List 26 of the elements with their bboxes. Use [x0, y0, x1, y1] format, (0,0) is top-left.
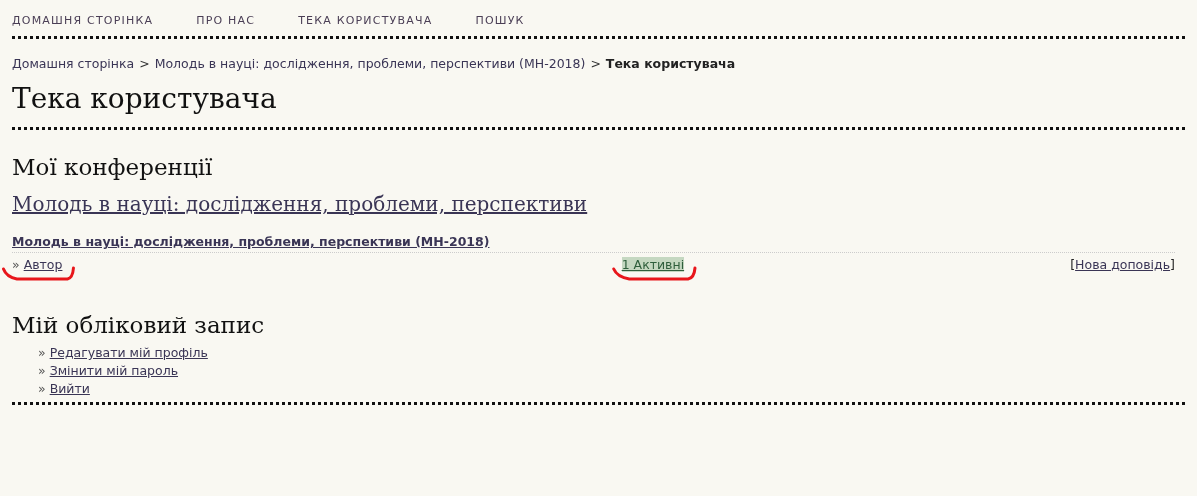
- nav-link[interactable]: ТЕКА КОРИСТУВАЧА: [298, 14, 433, 27]
- bullet: »: [12, 257, 20, 272]
- bracket: ]: [1170, 257, 1175, 272]
- section-heading: Мій обліковий запис: [12, 312, 265, 338]
- section-heading: Мої конференції: [12, 154, 213, 180]
- conference-link[interactable]: Молодь в науці: дослідження, проблеми, перспективи: [12, 192, 588, 216]
- bullet: »: [38, 362, 46, 380]
- nav-link[interactable]: ДОМАШНЯ СТОРІНКА: [12, 14, 154, 27]
- account-link[interactable]: Вийти: [49, 380, 90, 398]
- breadcrumb-link[interactable]: Молодь в науці: дослідження, проблеми, перспективи (МН-2018): [154, 56, 586, 71]
- active-submissions-link[interactable]: 1 Активні: [621, 257, 685, 272]
- breadcrumb-separator: >: [139, 56, 150, 71]
- breadcrumb-separator: >: [590, 56, 601, 71]
- nav-link[interactable]: ПОШУК: [475, 14, 525, 27]
- bullet: »: [38, 380, 46, 398]
- bracket: [: [1070, 257, 1076, 272]
- new-paper-link[interactable]: Нова доповідь: [1075, 257, 1171, 272]
- nav-link[interactable]: ПРО НАС: [196, 14, 256, 27]
- bullet: »: [38, 344, 46, 362]
- breadcrumb-current: Тека користувача: [605, 56, 736, 71]
- page-title: Тека користувача: [12, 82, 1185, 130]
- schedule-link[interactable]: Молодь в науці: дослідження, проблеми, перспективи (МН-2018): [12, 234, 490, 249]
- account-link[interactable]: Змінити мій пароль: [49, 362, 179, 380]
- role-link[interactable]: Автор: [23, 257, 63, 272]
- breadcrumb-link[interactable]: Домашня сторінка: [12, 56, 135, 71]
- account-link[interactable]: Редагувати мій профіль: [49, 344, 208, 362]
